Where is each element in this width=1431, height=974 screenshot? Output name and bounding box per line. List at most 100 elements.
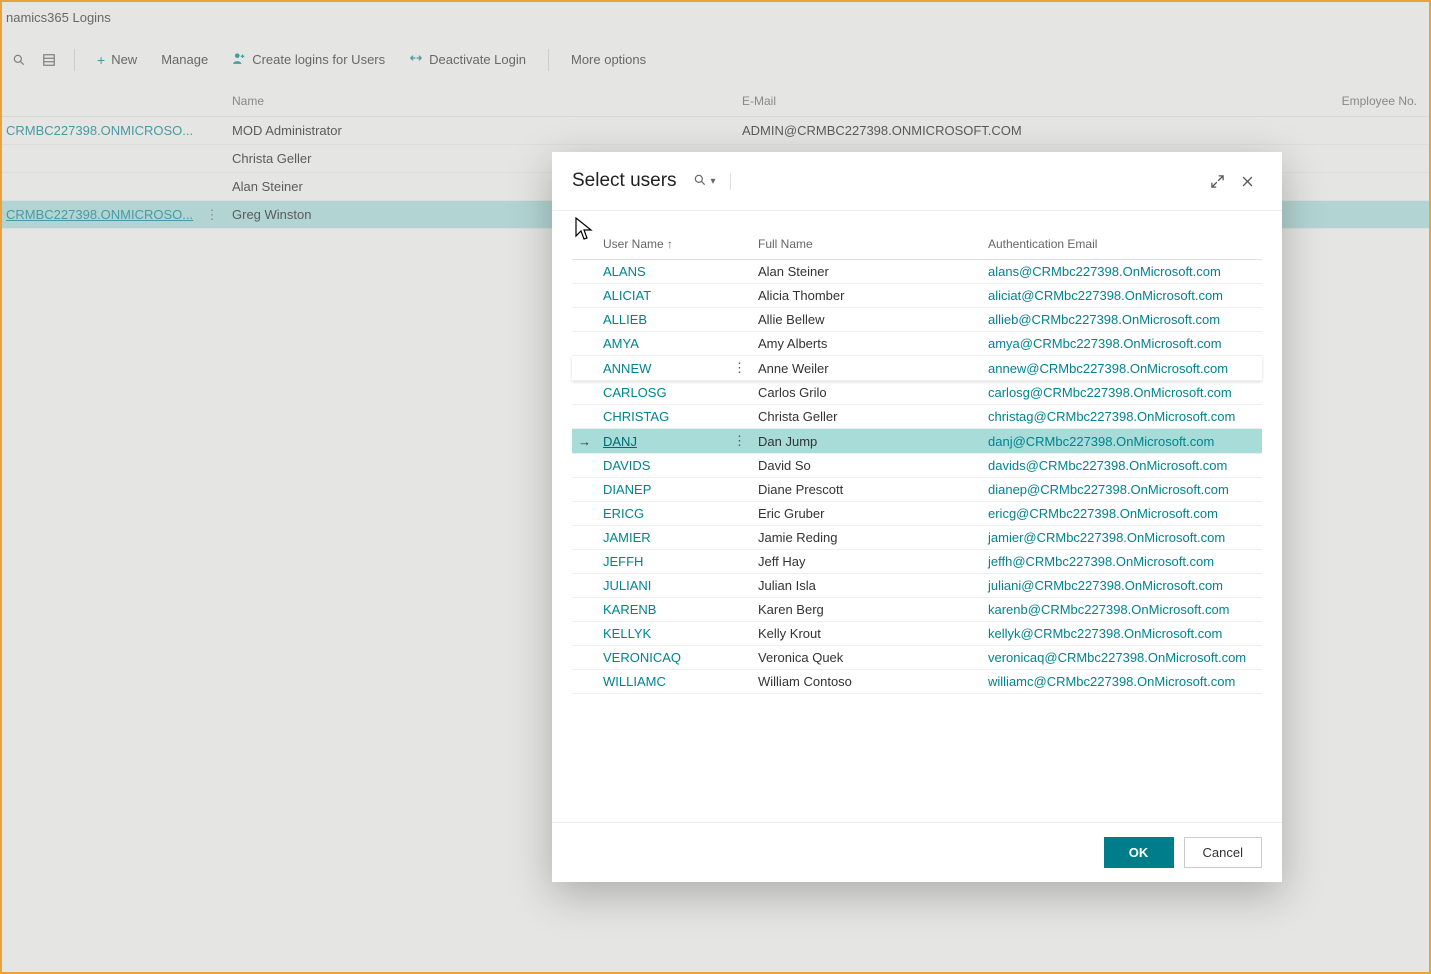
cell-email[interactable]: dianep@CRMbc227398.OnMicrosoft.com	[982, 478, 1262, 502]
cell-email[interactable]: danj@CRMbc227398.OnMicrosoft.com	[982, 429, 1262, 454]
row-arrow-icon: →	[572, 429, 597, 454]
row-actions-icon	[727, 526, 752, 550]
cell-email[interactable]: davids@CRMbc227398.OnMicrosoft.com	[982, 454, 1262, 478]
row-actions-icon	[727, 332, 752, 356]
table-row[interactable]: KARENB Karen Bergkarenb@CRMbc227398.OnMic…	[572, 598, 1262, 622]
cell-fullname: William Contoso	[752, 670, 982, 694]
cell-email[interactable]: juliani@CRMbc227398.OnMicrosoft.com	[982, 574, 1262, 598]
table-row[interactable]: ANNEW⋮Anne Weilerannew@CRMbc227398.OnMic…	[572, 356, 1262, 381]
cell-email[interactable]: carlosg@CRMbc227398.OnMicrosoft.com	[982, 381, 1262, 405]
cell-username[interactable]: ANNEW	[597, 356, 727, 381]
cell-email: ADMIN@CRMBC227398.ONMICROSOFT.COM	[742, 123, 1319, 138]
cell-username[interactable]: KELLYK	[597, 622, 727, 646]
cell-username[interactable]: ALANS	[597, 260, 727, 284]
row-actions-icon	[727, 284, 752, 308]
table-row[interactable]: ALANSAlan Steineralans@CRMbc227398.OnMic…	[572, 260, 1262, 284]
table-row[interactable]: →DANJ⋮Dan Jumpdanj@CRMbc227398.OnMicroso…	[572, 429, 1262, 454]
cell-username[interactable]: CHRISTAG	[597, 405, 727, 429]
table-row[interactable]: DAVIDS David Sodavids@CRMbc227398.OnMicro…	[572, 454, 1262, 478]
row-actions-icon[interactable]: ⋮	[727, 429, 752, 454]
table-row[interactable]: JAMIERJamie Redingjamier@CRMbc227398.OnM…	[572, 526, 1262, 550]
cell-email[interactable]: annew@CRMbc227398.OnMicrosoft.com	[982, 356, 1262, 381]
cell-email[interactable]: jeffh@CRMbc227398.OnMicrosoft.com	[982, 550, 1262, 574]
table-row[interactable]: CHRISTAG Christa Gellerchristag@CRMbc2273…	[572, 405, 1262, 429]
user-plus-icon	[232, 51, 246, 68]
cell-username[interactable]: AMYA	[597, 332, 727, 356]
cancel-button[interactable]: Cancel	[1184, 837, 1262, 868]
dialog-search-button[interactable]: ▾	[693, 173, 731, 190]
table-row[interactable]: KELLYKKelly Kroutkellyk@CRMbc227398.OnMi…	[572, 622, 1262, 646]
col-fullname[interactable]: Full Name	[752, 229, 982, 260]
table-row[interactable]: DIANEP Diane Prescottdianep@CRMbc227398.O…	[572, 478, 1262, 502]
row-arrow-icon	[572, 332, 597, 356]
cell-fullname: Anne Weiler	[752, 356, 982, 381]
cell-username[interactable]: VERONICAQ	[597, 646, 727, 670]
cell-email[interactable]: aliciat@CRMbc227398.OnMicrosoft.com	[982, 284, 1262, 308]
cell-username[interactable]: KARENB	[597, 598, 727, 622]
cell-email[interactable]: christag@CRMbc227398.OnMicrosoft.com	[982, 405, 1262, 429]
cell-fullname: Christa Geller	[752, 405, 982, 429]
cell-email[interactable]: ericg@CRMbc227398.OnMicrosoft.com	[982, 502, 1262, 526]
cell-email[interactable]: alans@CRMbc227398.OnMicrosoft.com	[982, 260, 1262, 284]
cell-username[interactable]: ALICIAT	[597, 284, 727, 308]
cell-username[interactable]: WILLIAMC	[597, 670, 727, 694]
table-row[interactable]: ALLIEBAllie Bellewallieb@CRMbc227398.OnM…	[572, 308, 1262, 332]
cell-fullname: Karen Berg	[752, 598, 982, 622]
cell-fullname: Veronica Quek	[752, 646, 982, 670]
table-row[interactable]: AMYA Amy Albertsamya@CRMbc227398.OnMicros…	[572, 332, 1262, 356]
cell-username[interactable]: DANJ	[597, 429, 727, 454]
table-row[interactable]: VERONICAQ Veronica Quekveronicaq@CRMbc227…	[572, 646, 1262, 670]
deactivate-login-button[interactable]: Deactivate Login	[399, 45, 536, 74]
cell-username[interactable]: CARLOSG	[597, 381, 727, 405]
cell-username[interactable]: JULIANI	[597, 574, 727, 598]
table-row[interactable]: WILLIAMC William Contosowilliamc@CRMbc227…	[572, 670, 1262, 694]
table-row[interactable]: JULIANIJulian Islajuliani@CRMbc227398.On…	[572, 574, 1262, 598]
create-logins-button[interactable]: Create logins for Users	[222, 45, 395, 74]
cell-email[interactable]: jamier@CRMbc227398.OnMicrosoft.com	[982, 526, 1262, 550]
col-username[interactable]: User Name ↑	[597, 229, 727, 260]
table-row[interactable]: ALICIATAlicia Thomberaliciat@CRMbc227398…	[572, 284, 1262, 308]
search-icon[interactable]	[6, 47, 32, 73]
cell-email[interactable]: allieb@CRMbc227398.OnMicrosoft.com	[982, 308, 1262, 332]
list-view-icon[interactable]	[36, 47, 62, 73]
manage-button[interactable]: Manage	[151, 46, 218, 73]
cell-name: MOD Administrator	[232, 123, 742, 138]
cell-username[interactable]: DAVIDS	[597, 454, 727, 478]
cell-email[interactable]: veronicaq@CRMbc227398.OnMicrosoft.com	[982, 646, 1262, 670]
ok-button[interactable]: OK	[1104, 837, 1174, 868]
cell-email[interactable]: karenb@CRMbc227398.OnMicrosoft.com	[982, 598, 1262, 622]
row-actions[interactable]: ⋮	[192, 207, 232, 223]
chevron-down-icon: ▾	[711, 176, 716, 187]
col-empno[interactable]: Employee No.	[1319, 94, 1429, 108]
table-row[interactable]: CARLOSGCarlos Grilocarlosg@CRMbc227398.O…	[572, 381, 1262, 405]
dialog-title: Select users	[572, 170, 677, 192]
col-name[interactable]: Name	[232, 94, 742, 108]
table-row[interactable]: JEFFHJeff Hayjeffh@CRMbc227398.OnMicroso…	[572, 550, 1262, 574]
deactivate-icon	[409, 51, 423, 68]
cell-fullname: Diane Prescott	[752, 478, 982, 502]
cell-username[interactable]: ALLIEB	[597, 308, 727, 332]
new-button[interactable]: + New	[87, 46, 147, 74]
new-label: New	[111, 52, 137, 67]
cell-fullname: Amy Alberts	[752, 332, 982, 356]
plus-icon: +	[97, 52, 105, 68]
cell-email[interactable]: williamc@CRMbc227398.OnMicrosoft.com	[982, 670, 1262, 694]
row-actions-icon[interactable]: ⋮	[727, 356, 752, 381]
expand-icon[interactable]	[1202, 166, 1232, 196]
close-icon[interactable]	[1232, 166, 1262, 196]
cell-username[interactable]: ERICG	[597, 502, 727, 526]
cell-fullname: David So	[752, 454, 982, 478]
cell-username[interactable]: JEFFH	[597, 550, 727, 574]
more-options-button[interactable]: More options	[561, 46, 656, 73]
row-actions-icon	[727, 622, 752, 646]
cell-username[interactable]: DIANEP	[597, 478, 727, 502]
cell-username[interactable]: JAMIER	[597, 526, 727, 550]
col-authemail[interactable]: Authentication Email	[982, 229, 1262, 260]
row-actions-icon	[727, 454, 752, 478]
table-row[interactable]: CRMBC227398.ONMICROSO...MOD Administrato…	[2, 117, 1429, 145]
create-logins-label: Create logins for Users	[252, 52, 385, 67]
table-row[interactable]: ERICGEric Gruberericg@CRMbc227398.OnMicr…	[572, 502, 1262, 526]
cell-email[interactable]: kellyk@CRMbc227398.OnMicrosoft.com	[982, 622, 1262, 646]
cell-email[interactable]: amya@CRMbc227398.OnMicrosoft.com	[982, 332, 1262, 356]
col-email[interactable]: E-Mail	[742, 94, 1319, 108]
